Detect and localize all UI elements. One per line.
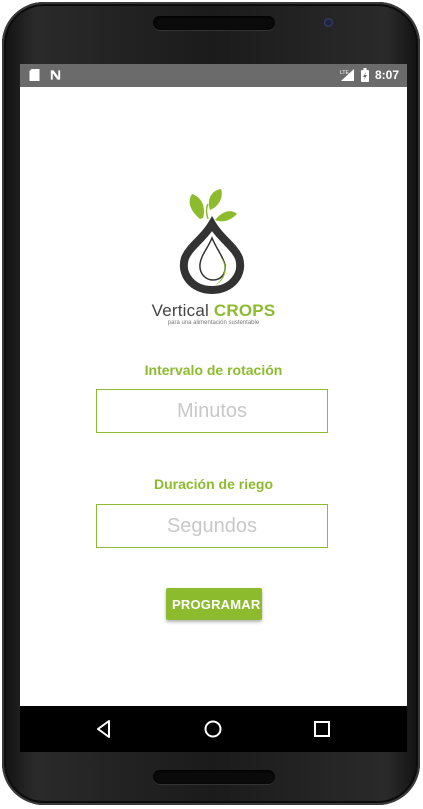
back-icon[interactable]	[93, 718, 115, 740]
front-camera	[324, 18, 333, 27]
brand-regular: Vertical	[151, 301, 214, 320]
phone-frame: LTE 8:07 Vertical CROPS para una aliment…	[2, 2, 420, 805]
svg-text:LTE: LTE	[340, 70, 349, 76]
brand-accent: CROPS	[213, 301, 276, 320]
rotation-minutes-input[interactable]	[96, 389, 328, 433]
watering-seconds-input[interactable]	[96, 504, 328, 548]
recents-icon[interactable]	[311, 718, 333, 740]
brand-name: Vertical CROPS	[20, 301, 407, 321]
status-time: 8:07	[374, 68, 399, 82]
battery-charging-icon	[360, 68, 369, 82]
status-bar: LTE 8:07	[20, 64, 407, 87]
rotation-interval-label: Intervalo de rotación	[144, 362, 283, 378]
home-icon[interactable]	[202, 718, 224, 740]
brand-tagline: para una alimentación sustentable	[167, 320, 260, 326]
navigation-bar	[20, 706, 407, 752]
top-speaker	[153, 16, 275, 30]
program-button[interactable]: PROGRAMAR	[166, 588, 262, 620]
bottom-speaker	[153, 770, 275, 784]
signal-icon: LTE	[340, 69, 354, 81]
screen: LTE 8:07 Vertical CROPS para una aliment…	[20, 64, 407, 706]
watering-duration-label: Duración de riego	[153, 476, 274, 492]
sd-card-icon	[29, 69, 40, 81]
n-notification-icon	[50, 70, 61, 80]
